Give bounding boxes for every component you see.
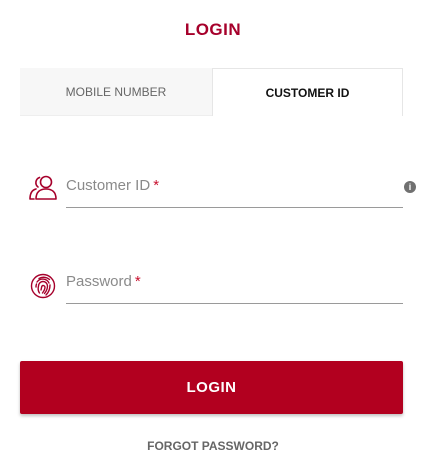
tab-customer-id[interactable]: CUSTOMER ID [212,68,403,116]
users-icon [29,175,57,200]
login-button[interactable]: LOGIN [20,361,403,414]
password-input[interactable] [66,263,407,303]
login-method-tabs: MOBILE NUMBER CUSTOMER ID [20,68,403,116]
customer-id-input[interactable] [66,167,407,207]
forgot-password-link[interactable]: FORGOT PASSWORD? [0,439,426,453]
info-icon[interactable]: i [404,181,416,193]
password-field: Password * [20,263,420,311]
customer-id-input-wrapper: Customer ID * [66,167,407,208]
customer-id-field: Customer ID * i [20,167,420,215]
fingerprint-icon [30,273,56,299]
login-page: LOGIN MOBILE NUMBER CUSTOMER ID Customer… [0,0,426,468]
page-title: LOGIN [184,20,242,39]
tab-mobile-number[interactable]: MOBILE NUMBER [20,68,212,116]
password-input-wrapper: Password * [66,263,407,304]
